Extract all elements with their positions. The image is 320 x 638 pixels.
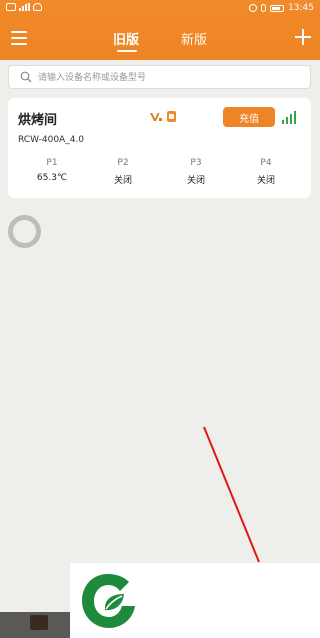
bottom-overlay-panel — [70, 563, 320, 638]
app-header: 13:45 旧版 新版 — [0, 0, 320, 60]
port-label: P2 — [117, 158, 129, 168]
port-label: P4 — [260, 158, 272, 168]
port-p4: P4 关闭 — [241, 158, 291, 186]
search-input[interactable] — [38, 70, 298, 85]
cell-signal-icon — [19, 3, 30, 11]
status-left-icons — [6, 3, 42, 11]
search-icon — [20, 71, 32, 83]
port-value: 关闭 — [186, 176, 205, 186]
sim-card-icon — [167, 111, 176, 122]
leaf-logo-icon — [82, 574, 135, 628]
tab-old-version[interactable]: 旧版 — [113, 29, 139, 48]
thumbnail-image — [30, 615, 48, 630]
signal-strength-icon — [282, 110, 296, 124]
loading-spinner-icon — [8, 215, 41, 248]
active-tab-indicator — [117, 50, 137, 52]
recharge-button[interactable]: 充值 — [223, 107, 275, 127]
port-value: 关闭 — [113, 176, 132, 186]
verified-v-icon — [150, 113, 162, 121]
status-time: 13:45 — [288, 3, 314, 13]
port-p1: P1 65.3℃ — [27, 158, 77, 183]
alarm-icon — [249, 4, 258, 12]
battery-icon — [270, 4, 285, 12]
device-model: RCW-400A_4.0 — [18, 135, 85, 145]
status-right-icons: 13:45 — [249, 3, 314, 13]
mic-icon — [261, 4, 267, 12]
wifi-icon — [33, 3, 42, 11]
search-bar[interactable] — [8, 65, 311, 89]
device-name: 烘烤间 — [18, 113, 58, 128]
plus-icon[interactable] — [295, 29, 311, 45]
device-card[interactable]: 烘烤间 RCW-400A_4.0 充值 P1 65.3℃ P2 关闭 P3 关闭… — [8, 98, 311, 198]
hamburger-menu-icon[interactable] — [11, 31, 27, 45]
notification-icon — [6, 3, 16, 11]
port-label: P3 — [190, 158, 202, 168]
red-annotation-line — [203, 426, 260, 563]
port-value: 65.3℃ — [36, 173, 68, 183]
port-label: P1 — [46, 158, 58, 168]
status-bar: 13:45 — [0, 0, 320, 18]
port-value: 关闭 — [256, 176, 275, 186]
port-p2: P2 关闭 — [98, 158, 148, 186]
tab-new-version[interactable]: 新版 — [181, 29, 207, 48]
port-p3: P3 关闭 — [171, 158, 221, 186]
